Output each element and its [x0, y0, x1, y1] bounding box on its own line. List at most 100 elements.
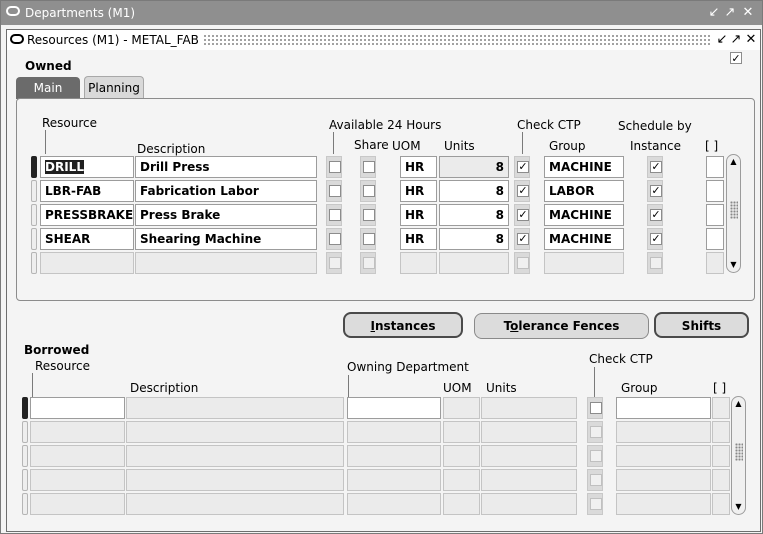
instances-button[interactable]: Instances — [343, 312, 463, 338]
scroll-down-icon[interactable]: ▼ — [732, 501, 745, 513]
borrowed-group-field[interactable] — [616, 445, 711, 467]
share-checkbox[interactable] — [360, 228, 376, 250]
flex-field[interactable] — [706, 156, 724, 178]
uom-field[interactable] — [400, 252, 437, 274]
scroll-grip[interactable] — [730, 201, 738, 219]
group-field[interactable]: LABOR — [544, 180, 624, 202]
available-24-checkbox[interactable] — [326, 204, 342, 226]
borrowed-units-field[interactable] — [481, 493, 577, 515]
borrowed-owning-department-field[interactable] — [347, 445, 441, 467]
maximize-icon[interactable]: ↗ — [723, 6, 737, 20]
row-indicator[interactable] — [22, 421, 28, 443]
flex-field[interactable] — [706, 252, 724, 274]
schedule-by-instance-checkbox[interactable] — [647, 252, 663, 274]
description-field[interactable]: Press Brake — [135, 204, 317, 226]
resource-field[interactable]: LBR-FAB — [40, 180, 134, 202]
flex-field[interactable] — [706, 228, 724, 250]
share-checkbox[interactable] — [360, 204, 376, 226]
borrowed-owning-department-field[interactable] — [347, 469, 441, 491]
borrowed-group-field[interactable] — [616, 493, 711, 515]
group-field[interactable] — [544, 252, 624, 274]
share-checkbox[interactable] — [360, 180, 376, 202]
schedule-by-instance-checkbox[interactable]: ✓ — [647, 204, 663, 226]
schedule-by-instance-checkbox[interactable]: ✓ — [647, 180, 663, 202]
units-field[interactable]: 8 — [439, 228, 509, 250]
scroll-up-icon[interactable]: ▲ — [732, 398, 745, 410]
shifts-button[interactable]: Shifts — [654, 312, 749, 338]
maximize-icon[interactable]: ↗ — [729, 33, 743, 47]
available-24-checkbox[interactable] — [326, 180, 342, 202]
units-field[interactable]: 8 — [439, 204, 509, 226]
resource-field[interactable] — [40, 252, 134, 274]
resource-field[interactable]: PRESSBRAKE — [40, 204, 134, 226]
flex-field[interactable] — [706, 180, 724, 202]
check-ctp-checkbox[interactable]: ✓ — [514, 204, 530, 226]
row-indicator[interactable] — [31, 252, 37, 274]
row-indicator[interactable] — [22, 493, 28, 515]
group-field[interactable]: MACHINE — [544, 156, 624, 178]
flex-field[interactable] — [706, 204, 724, 226]
minimize-icon[interactable]: ↙ — [715, 33, 729, 47]
uom-field[interactable]: HR — [400, 228, 437, 250]
close-icon[interactable]: ✕ — [741, 6, 755, 20]
borrowed-flex-field[interactable] — [712, 493, 730, 515]
row-indicator[interactable] — [22, 469, 28, 491]
borrowed-flex-field[interactable] — [712, 421, 730, 443]
borrowed-units-field[interactable] — [481, 397, 577, 419]
close-icon[interactable]: ✕ — [744, 33, 758, 47]
check-ctp-checkbox[interactable]: ✓ — [514, 228, 530, 250]
tab-planning[interactable]: Planning — [84, 76, 144, 98]
borrowed-group-field[interactable] — [616, 397, 711, 419]
scroll-up-icon[interactable]: ▲ — [727, 156, 740, 168]
borrowed-resource-field[interactable] — [30, 493, 125, 515]
tolerance-fences-button[interactable]: Tolerance Fences — [474, 313, 649, 339]
row-indicator[interactable] — [31, 156, 37, 178]
resource-field[interactable]: DRILL — [40, 156, 134, 178]
borrowed-description-field[interactable] — [126, 469, 344, 491]
description-field[interactable] — [135, 252, 317, 274]
borrowed-units-field[interactable] — [481, 421, 577, 443]
scroll-grip[interactable] — [735, 443, 743, 461]
borrowed-check-ctp-checkbox[interactable] — [587, 445, 603, 467]
borrowed-description-field[interactable] — [126, 493, 344, 515]
borrowed-vertical-scrollbar[interactable]: ▲ ▼ — [731, 396, 746, 515]
check-ctp-checkbox[interactable] — [514, 252, 530, 274]
description-field[interactable]: Fabrication Labor — [135, 180, 317, 202]
owned-vertical-scrollbar[interactable]: ▲ ▼ — [726, 154, 741, 273]
owned-checkbox[interactable]: ✓ — [730, 52, 742, 64]
borrowed-units-field[interactable] — [481, 445, 577, 467]
row-indicator[interactable] — [31, 180, 37, 202]
borrowed-uom-field[interactable] — [443, 469, 480, 491]
schedule-by-instance-checkbox[interactable]: ✓ — [647, 156, 663, 178]
tab-main[interactable]: Main — [16, 77, 80, 99]
borrowed-uom-field[interactable] — [443, 493, 480, 515]
schedule-by-instance-checkbox[interactable]: ✓ — [647, 228, 663, 250]
units-field[interactable] — [439, 252, 509, 274]
uom-field[interactable]: HR — [400, 180, 437, 202]
available-24-checkbox[interactable] — [326, 228, 342, 250]
row-indicator[interactable] — [22, 397, 28, 419]
departments-titlebar[interactable]: Departments (M1) ↙ ↗ ✕ — [1, 1, 762, 25]
borrowed-flex-field[interactable] — [712, 469, 730, 491]
borrowed-check-ctp-checkbox[interactable] — [587, 469, 603, 491]
borrowed-check-ctp-checkbox[interactable] — [587, 493, 603, 515]
check-ctp-checkbox[interactable]: ✓ — [514, 156, 530, 178]
borrowed-resource-field[interactable] — [30, 421, 125, 443]
units-field[interactable]: 8 — [439, 180, 509, 202]
group-field[interactable]: MACHINE — [544, 204, 624, 226]
borrowed-check-ctp-checkbox[interactable] — [587, 421, 603, 443]
row-indicator[interactable] — [22, 445, 28, 467]
borrowed-owning-department-field[interactable] — [347, 421, 441, 443]
borrowed-group-field[interactable] — [616, 421, 711, 443]
borrowed-uom-field[interactable] — [443, 421, 480, 443]
uom-field[interactable]: HR — [400, 204, 437, 226]
description-field[interactable]: Drill Press — [135, 156, 317, 178]
borrowed-resource-field[interactable] — [30, 469, 125, 491]
share-checkbox[interactable] — [360, 252, 376, 274]
borrowed-flex-field[interactable] — [712, 445, 730, 467]
borrowed-check-ctp-checkbox[interactable] — [587, 397, 603, 419]
scroll-down-icon[interactable]: ▼ — [727, 259, 740, 271]
description-field[interactable]: Shearing Machine — [135, 228, 317, 250]
check-ctp-checkbox[interactable]: ✓ — [514, 180, 530, 202]
borrowed-units-field[interactable] — [481, 469, 577, 491]
